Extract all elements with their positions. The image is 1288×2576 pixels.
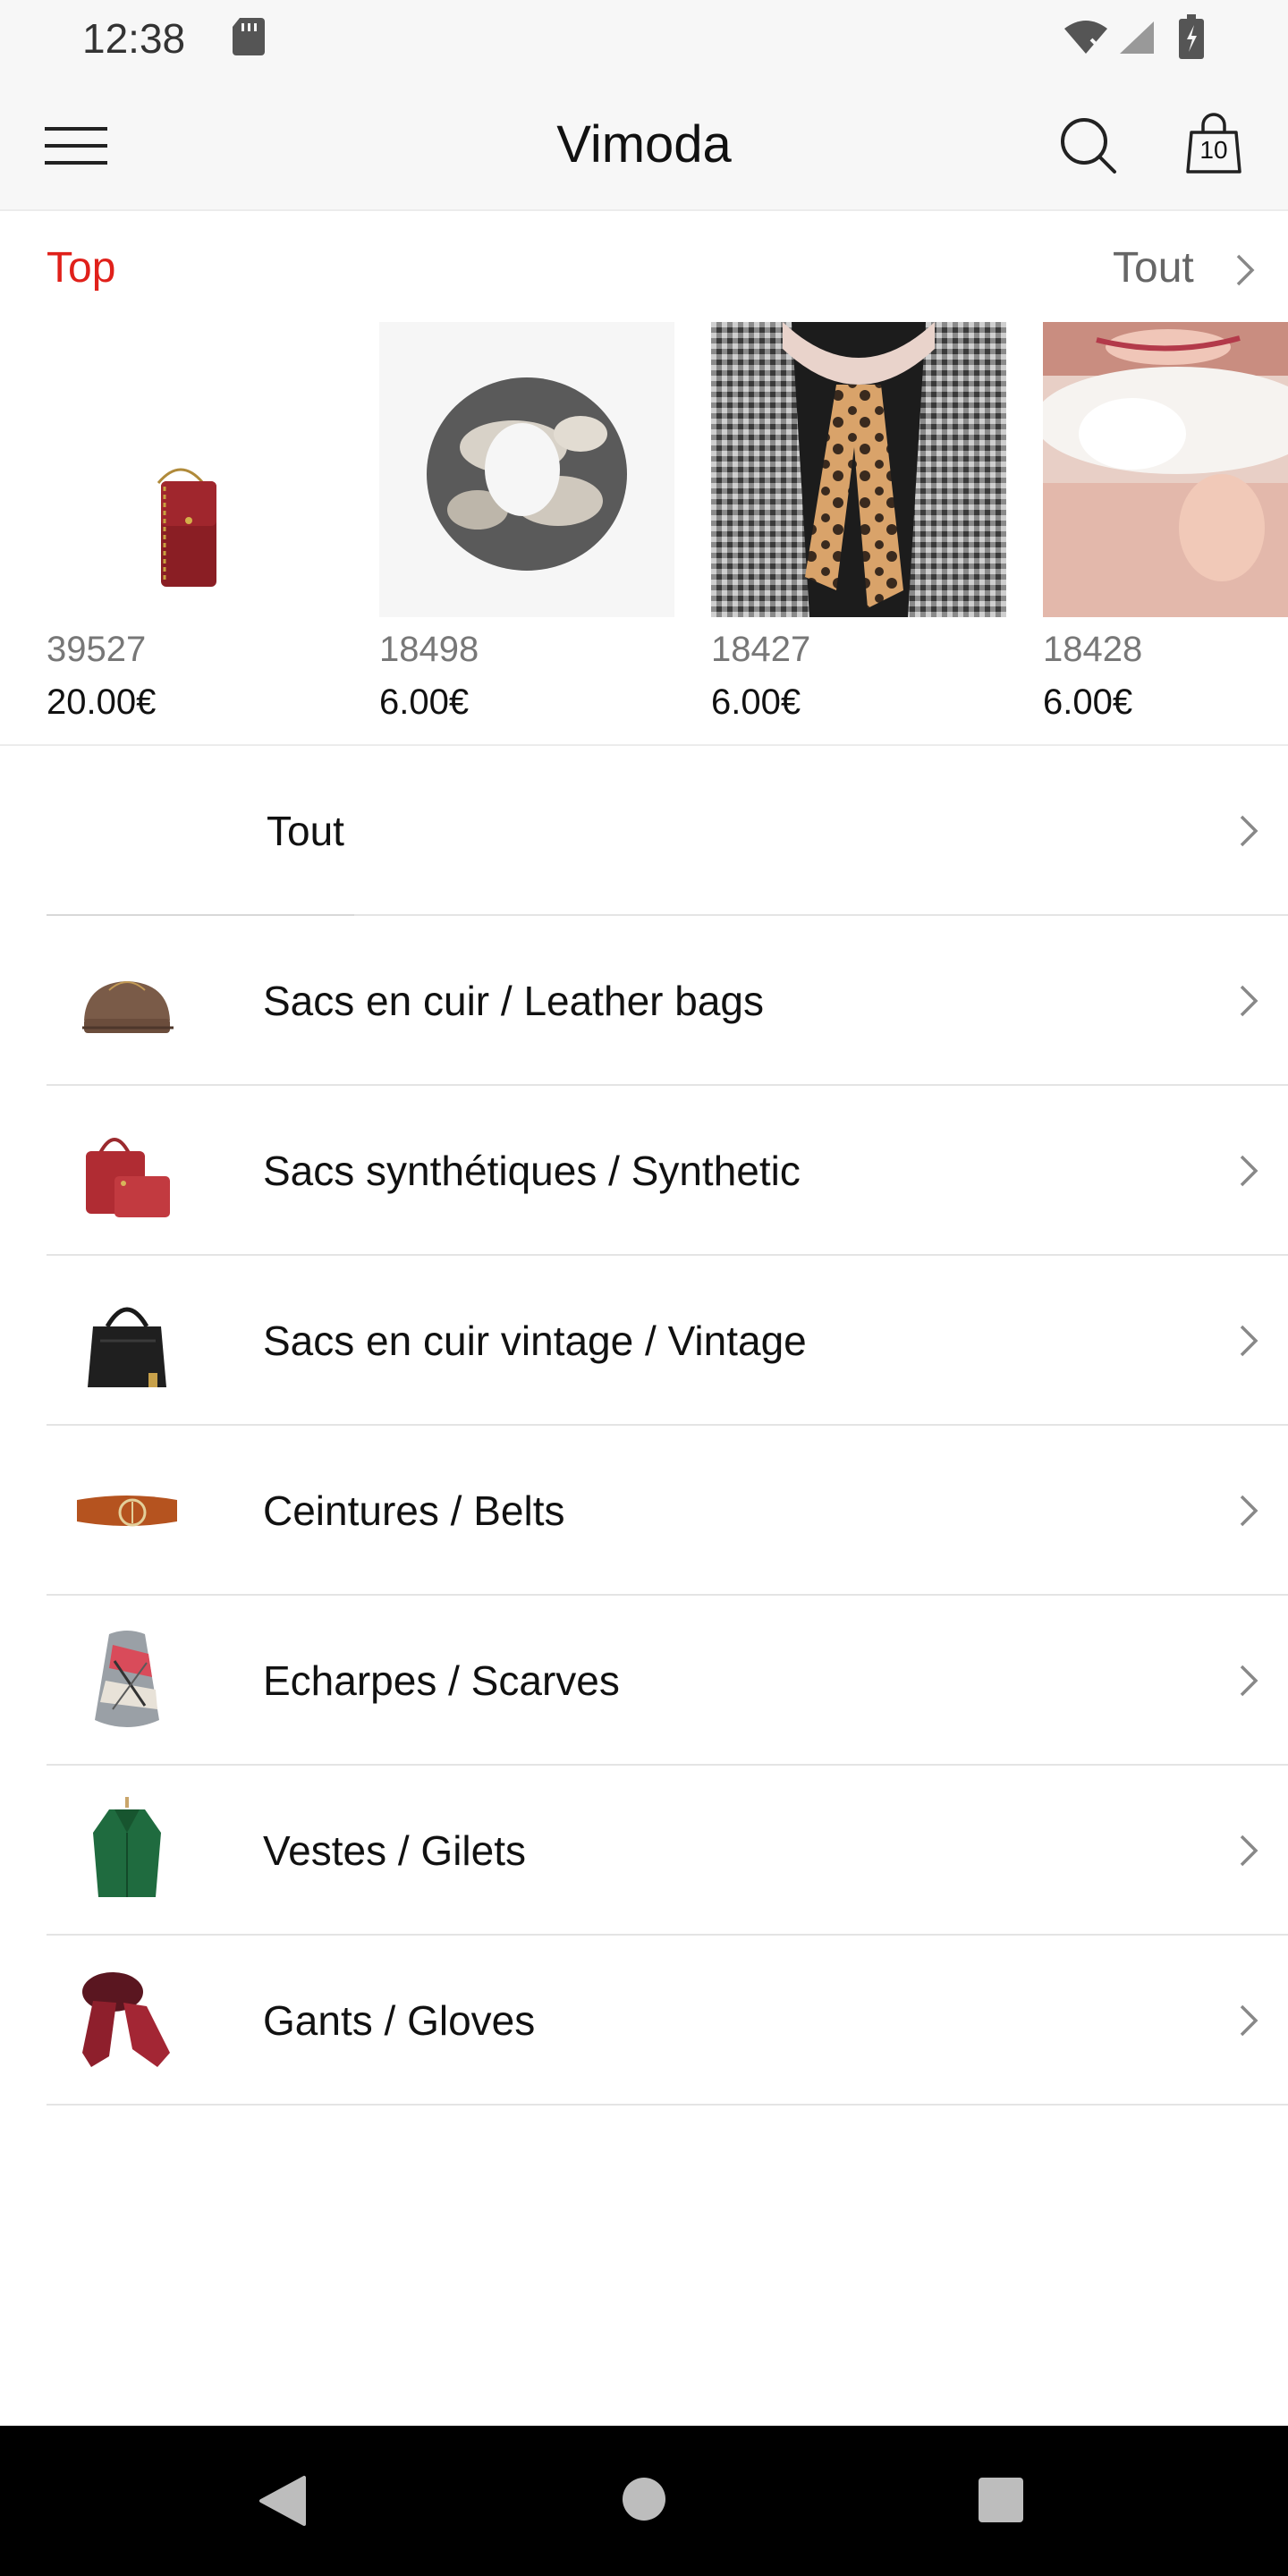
- product-price: 6.00€: [379, 682, 470, 722]
- category-label: Sacs en cuir vintage / Vintage: [263, 1318, 807, 1364]
- product-image[interactable]: [711, 322, 1006, 617]
- chevron-right-icon: [1240, 1155, 1258, 1187]
- category-label: Vestes / Gilets: [263, 1827, 527, 1874]
- chevron-right-icon: [1240, 1835, 1258, 1867]
- product-image[interactable]: [1043, 322, 1288, 617]
- category-label: Sacs synthétiques / Synthetic: [263, 1148, 801, 1194]
- product-image[interactable]: [379, 322, 674, 617]
- row-divider: [47, 2104, 1288, 2106]
- back-icon[interactable]: [258, 2474, 308, 2528]
- category-row-belts[interactable]: Ceintures / Belts: [47, 1426, 1288, 1596]
- product-card[interactable]: 18427 6.00€: [711, 322, 1006, 723]
- chevron-right-icon: [1240, 985, 1258, 1017]
- category-label: Sacs en cuir / Leather bags: [263, 978, 764, 1024]
- gloves-thumbnail: [82, 1972, 170, 2067]
- chevron-right-icon: [1240, 1325, 1258, 1357]
- leopard-scarf-image: [711, 322, 1006, 617]
- chevron-right-icon: [1240, 1495, 1258, 1527]
- chevron-right-icon[interactable]: [1234, 252, 1256, 288]
- battery-charging-icon: [1179, 14, 1204, 59]
- category-row-scarves[interactable]: Echarpes / Scarves: [47, 1596, 1288, 1766]
- product-price: 6.00€: [1043, 682, 1133, 722]
- snood-scarf-image: [379, 322, 674, 617]
- vintage-bag-thumbnail: [88, 1307, 166, 1387]
- cart-count-badge: 10: [1199, 136, 1228, 164]
- category-row-vintage[interactable]: Sacs en cuir vintage / Vintage: [47, 1256, 1288, 1426]
- category-row-leather-bags[interactable]: Sacs en cuir / Leather bags: [47, 916, 1288, 1086]
- product-image[interactable]: [47, 322, 342, 617]
- crossbody-bag-image: [47, 322, 342, 617]
- product-id: 18428: [1043, 630, 1143, 669]
- category-label: Ceintures / Belts: [263, 1487, 565, 1534]
- category-row-gloves[interactable]: Gants / Gloves: [47, 1936, 1288, 2106]
- category-label: Tout: [267, 808, 344, 854]
- scarf-thumbnail: [95, 1631, 159, 1727]
- fur-scarf-image: [1043, 322, 1288, 617]
- recent-apps-icon[interactable]: [977, 2476, 1025, 2524]
- leather-bag-thumbnail: [82, 981, 174, 1033]
- belt-thumbnail: [77, 1496, 177, 1527]
- category-label: Gants / Gloves: [263, 1997, 536, 2044]
- product-card[interactable]: 39527 20.00€: [47, 322, 342, 723]
- signal-icon: [1120, 21, 1154, 54]
- jacket-thumbnail: [93, 1797, 161, 1897]
- home-icon[interactable]: [621, 2476, 667, 2522]
- synthetic-bag-thumbnail: [86, 1138, 170, 1217]
- top-section-title: Top: [47, 244, 116, 292]
- wifi-icon: [1064, 21, 1107, 54]
- category-row-jackets[interactable]: Vestes / Gilets: [47, 1766, 1288, 1936]
- category-row-all[interactable]: Tout: [47, 746, 1288, 916]
- product-id: 18427: [711, 630, 811, 669]
- chevron-right-icon: [1240, 815, 1258, 847]
- product-card[interactable]: 18428 6.00€: [1043, 322, 1288, 723]
- product-card[interactable]: 18498 6.00€: [379, 322, 674, 723]
- product-price: 20.00€: [47, 682, 157, 722]
- chevron-right-icon: [1240, 1665, 1258, 1697]
- top-see-all-link[interactable]: Tout: [1113, 243, 1194, 292]
- status-time: 12:38: [82, 15, 186, 62]
- product-price: 6.00€: [711, 682, 801, 722]
- search-icon[interactable]: [1059, 116, 1118, 175]
- chevron-right-icon: [1240, 2004, 1258, 2037]
- sd-card-icon: [233, 18, 265, 55]
- category-label: Echarpes / Scarves: [263, 1657, 620, 1704]
- product-id: 39527: [47, 630, 147, 669]
- product-id: 18498: [379, 630, 479, 669]
- category-row-synthetic[interactable]: Sacs synthétiques / Synthetic: [47, 1086, 1288, 1256]
